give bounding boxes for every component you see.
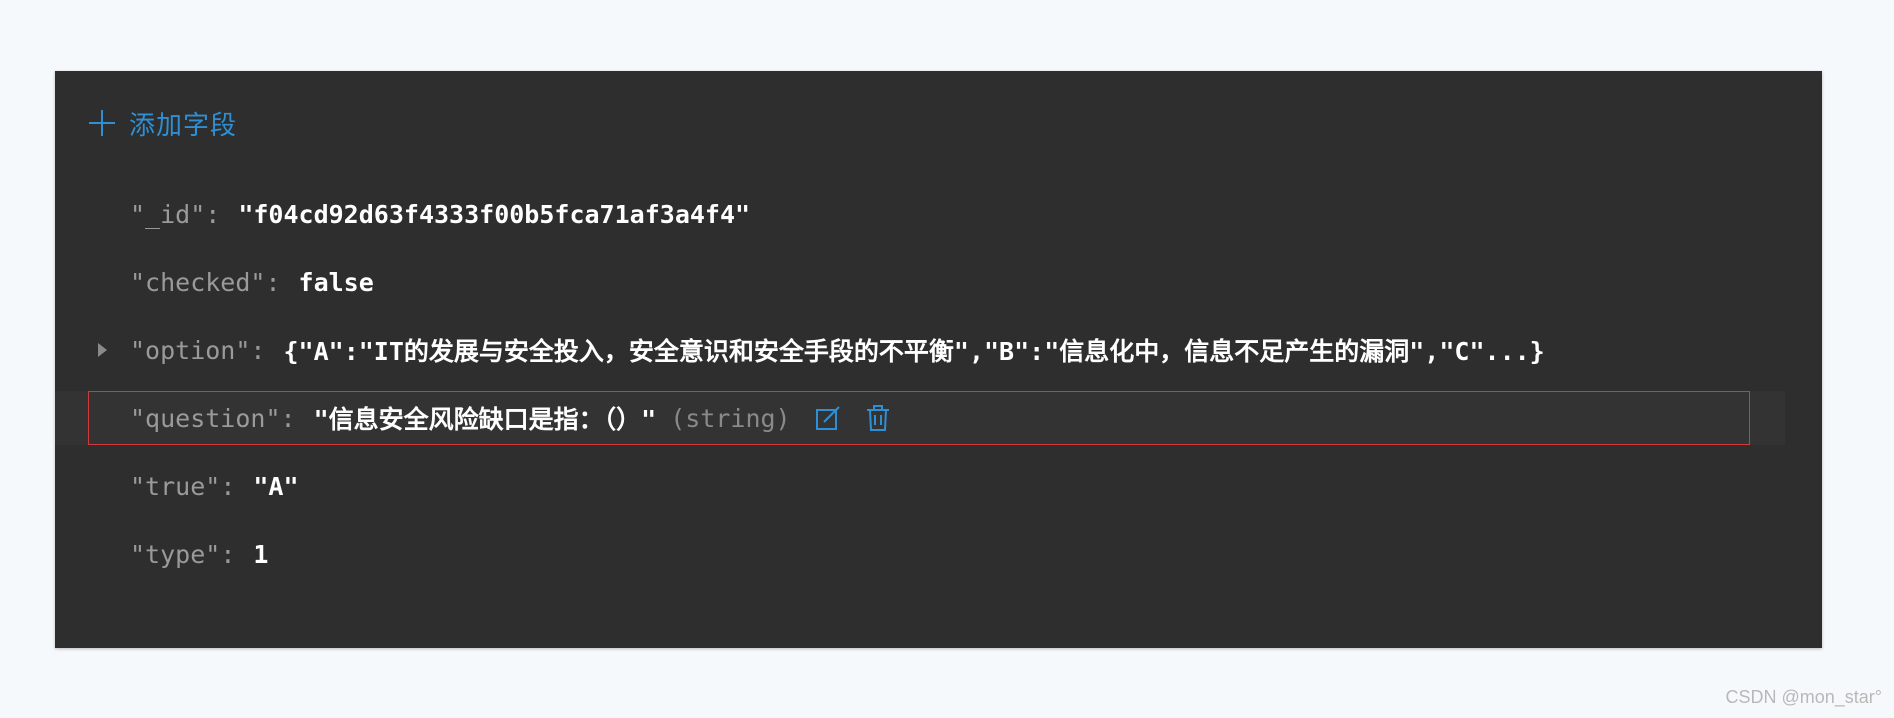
- field-value: false: [298, 267, 374, 297]
- caret-right-icon[interactable]: [98, 343, 107, 357]
- field-key: "question": [130, 403, 281, 433]
- plus-icon: [89, 110, 115, 136]
- field-colon: :: [220, 539, 236, 569]
- field-value: "信息安全风险缺口是指：（）": [313, 405, 657, 434]
- watermark: CSDN @mon_star°: [1725, 687, 1882, 707]
- field-row-option[interactable]: "option" : {"A":"IT的发展与安全投入，安全意识和安全手段的不平…: [55, 323, 1785, 377]
- field-row-type[interactable]: "type" : 1: [55, 527, 1785, 581]
- trash-icon[interactable]: [865, 404, 891, 432]
- field-key: "true": [130, 471, 221, 501]
- document-editor-panel: 添加字段 "_id" : "f04cd92d63f4333f00b5fca71a…: [55, 71, 1822, 648]
- field-colon: :: [220, 471, 236, 501]
- field-value: "A": [253, 471, 299, 501]
- field-value: 1: [253, 539, 269, 569]
- add-field-button[interactable]: 添加字段: [89, 105, 237, 141]
- field-row-true[interactable]: "true" : "A": [55, 459, 1785, 513]
- field-value: "f04cd92d63f4333f00b5fca71af3a4f4": [238, 199, 751, 229]
- field-type-hint: (string): [670, 403, 791, 433]
- field-key: "_id": [130, 199, 206, 229]
- field-row-id[interactable]: "_id" : "f04cd92d63f4333f00b5fca71af3a4f…: [55, 187, 1785, 241]
- field-colon: :: [280, 403, 296, 433]
- field-key: "checked": [130, 267, 266, 297]
- field-colon: :: [250, 335, 266, 365]
- field-value: {"A":"IT的发展与安全投入，安全意识和安全手段的不平衡","B":"信息化…: [283, 337, 1545, 366]
- field-row-question[interactable]: "question" : "信息安全风险缺口是指：（）" (string): [55, 391, 1785, 445]
- field-key: "type": [130, 539, 221, 569]
- add-field-label: 添加字段: [129, 110, 238, 141]
- field-key: "option": [130, 335, 251, 365]
- field-colon: :: [265, 267, 281, 297]
- field-colon: :: [205, 199, 221, 229]
- field-row-checked[interactable]: "checked" : false: [55, 255, 1785, 309]
- edit-icon[interactable]: [815, 404, 841, 432]
